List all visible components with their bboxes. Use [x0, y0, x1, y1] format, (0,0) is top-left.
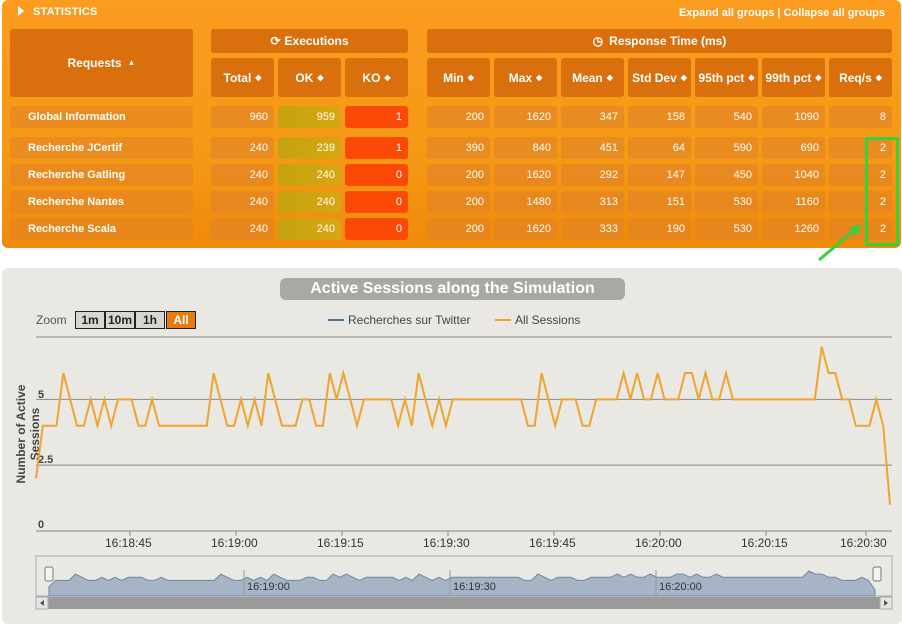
x-tick-label: 16:19:15 — [317, 536, 364, 550]
navigator-left-handle[interactable] — [44, 566, 54, 582]
navigator-right-handle[interactable] — [872, 566, 882, 582]
navigator-tick-label: 16:19:30 — [453, 581, 496, 593]
plot-area[interactable] — [0, 0, 902, 625]
scrollbar-track[interactable] — [36, 597, 892, 609]
x-tick-label: 16:20:15 — [741, 536, 788, 550]
series-all-sessions-line — [35, 346, 891, 505]
navigator-tick-label: 16:19:00 — [247, 581, 290, 593]
x-tick-label: 16:20:00 — [635, 536, 682, 550]
x-tick-label: 16:20:30 — [840, 536, 887, 550]
x-tick-label: 16:19:45 — [529, 536, 576, 550]
navigator-tick-label: 16:20:00 — [659, 581, 702, 593]
x-tick-label: 16:18:45 — [105, 536, 152, 550]
x-tick-label: 16:19:00 — [211, 536, 258, 550]
x-tick-label: 16:19:30 — [423, 536, 470, 550]
